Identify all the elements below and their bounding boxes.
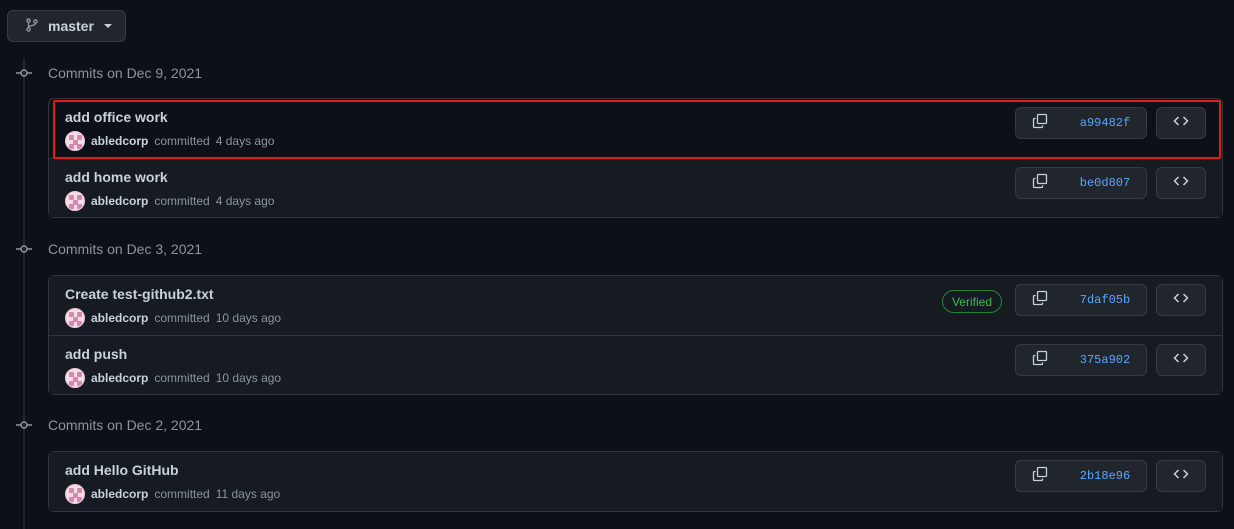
copy-icon xyxy=(1032,290,1048,311)
commit-list: add Hello GitHub abledcorp committed 11 … xyxy=(48,451,1223,512)
commit-sha-button[interactable]: 7daf05b xyxy=(1064,284,1147,316)
commit-action: committed xyxy=(154,134,210,148)
commit-list: add office work abledcorp committed 4 da… xyxy=(48,98,1223,218)
branch-name: master xyxy=(48,18,94,34)
commit-row: Create test-github2.txt abledcorp commit… xyxy=(49,276,1222,335)
commit-author-link[interactable]: abledcorp xyxy=(91,371,148,385)
commit-author-link[interactable]: abledcorp xyxy=(91,487,148,501)
commit-author-link[interactable]: abledcorp xyxy=(91,134,148,148)
copy-sha-button[interactable] xyxy=(1015,344,1065,376)
commit-sha-button[interactable]: be0d807 xyxy=(1064,167,1147,199)
code-icon xyxy=(1173,173,1189,194)
chevron-down-icon xyxy=(103,24,112,28)
avatar[interactable] xyxy=(65,191,85,211)
copy-icon xyxy=(1032,113,1048,134)
copy-icon xyxy=(1032,173,1048,194)
verified-badge[interactable]: Verified xyxy=(941,290,1002,313)
git-branch-icon xyxy=(24,17,40,36)
copy-sha-button[interactable] xyxy=(1015,107,1065,139)
commit-group-date: Commits on Dec 2, 2021 xyxy=(48,417,203,433)
commit-title-link[interactable]: add office work xyxy=(65,109,168,125)
commit-row: add office work abledcorp committed 4 da… xyxy=(49,99,1222,158)
commit-group-date: Commits on Dec 9, 2021 xyxy=(48,65,203,81)
commit-group-date: Commits on Dec 3, 2021 xyxy=(48,241,203,257)
browse-code-button[interactable] xyxy=(1156,284,1206,316)
copy-icon xyxy=(1032,466,1048,487)
commit-list: Create test-github2.txt abledcorp commit… xyxy=(48,275,1223,395)
commit-row: add home work abledcorp committed 4 days… xyxy=(49,158,1222,217)
commit-row: add push abledcorp committed 10 days ago… xyxy=(49,335,1222,394)
commit-title-link[interactable]: add push xyxy=(65,346,127,362)
timeline-line xyxy=(23,58,25,529)
commit-title-link[interactable]: add Hello GitHub xyxy=(65,462,179,478)
browse-code-button[interactable] xyxy=(1156,107,1206,139)
copy-sha-button[interactable] xyxy=(1015,167,1065,199)
code-icon xyxy=(1173,113,1189,134)
commit-time[interactable]: 11 days ago xyxy=(216,487,281,501)
code-icon xyxy=(1173,466,1189,487)
commit-author-link[interactable]: abledcorp xyxy=(91,194,148,208)
commit-sha-button[interactable]: 2b18e96 xyxy=(1064,460,1147,492)
browse-code-button[interactable] xyxy=(1156,167,1206,199)
commit-action: committed xyxy=(154,371,210,385)
commit-time[interactable]: 10 days ago xyxy=(216,371,281,385)
commit-row: add Hello GitHub abledcorp committed 11 … xyxy=(49,452,1222,511)
browse-code-button[interactable] xyxy=(1156,344,1206,376)
avatar[interactable] xyxy=(65,368,85,388)
git-commit-icon xyxy=(14,239,34,259)
copy-icon xyxy=(1032,350,1048,371)
commit-sha-button[interactable]: 375a902 xyxy=(1064,344,1147,376)
copy-sha-button[interactable] xyxy=(1015,460,1065,492)
copy-sha-button[interactable] xyxy=(1015,284,1065,316)
git-commit-icon xyxy=(14,63,34,83)
avatar[interactable] xyxy=(65,308,85,328)
commit-action: committed xyxy=(154,311,210,325)
commit-title-link[interactable]: Create test-github2.txt xyxy=(65,286,214,302)
commit-action: committed xyxy=(154,487,210,501)
commit-action: committed xyxy=(154,194,210,208)
browse-code-button[interactable] xyxy=(1156,460,1206,492)
commit-title-link[interactable]: add home work xyxy=(65,169,168,185)
git-commit-icon xyxy=(14,415,34,435)
commit-time[interactable]: 10 days ago xyxy=(216,311,281,325)
commit-time[interactable]: 4 days ago xyxy=(216,134,275,148)
avatar[interactable] xyxy=(65,484,85,504)
branch-select-button[interactable]: master xyxy=(7,10,126,42)
commit-time[interactable]: 4 days ago xyxy=(216,194,275,208)
avatar[interactable] xyxy=(65,131,85,151)
code-icon xyxy=(1173,350,1189,371)
commit-author-link[interactable]: abledcorp xyxy=(91,311,148,325)
code-icon xyxy=(1173,290,1189,311)
commit-sha-button[interactable]: a99482f xyxy=(1064,107,1147,139)
